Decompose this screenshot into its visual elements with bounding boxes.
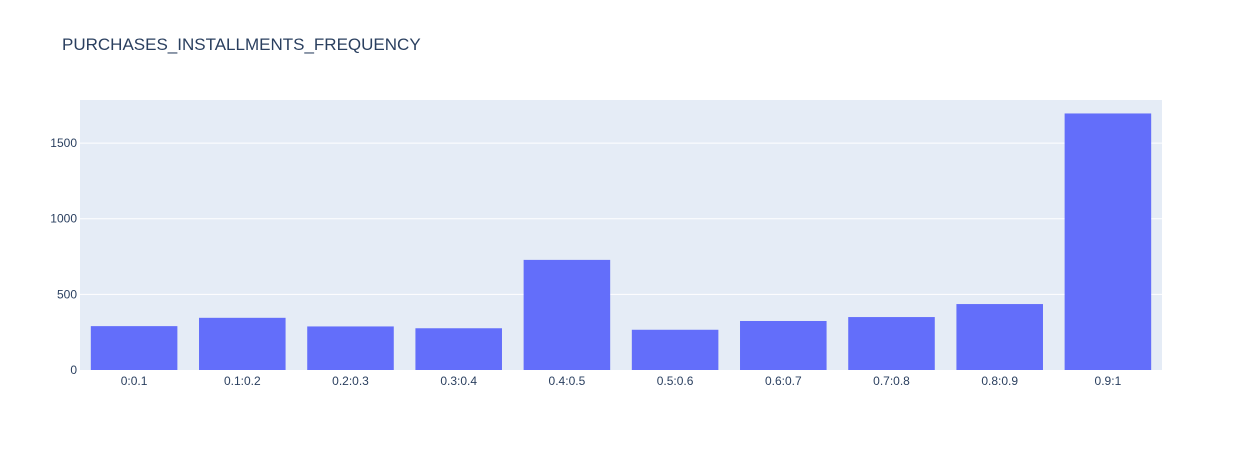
x-tick-label: 0.2:0.3: [332, 374, 369, 388]
bar: [956, 304, 1043, 370]
x-axis-ticks: 0:0.1 0.1:0.2 0.2:0.3 0.3:0.4 0.4:0.5 0.5:0.6…: [121, 374, 1122, 388]
x-tick-label: 0.1:0.2: [224, 374, 261, 388]
x-tick-label: 0.7:0.8: [873, 374, 910, 388]
bar: [523, 259, 611, 370]
y-tick-label: 500: [57, 287, 77, 301]
bar: [199, 317, 286, 370]
bar: [90, 326, 178, 370]
x-tick-label: 0.4:0.5: [549, 374, 586, 388]
y-tick-label: 1000: [50, 212, 77, 226]
y-tick-label: 0: [70, 363, 77, 377]
bar: [415, 328, 502, 370]
bar-chart: PURCHASES_INSTALLMENTS_FREQUENCY 0 500 100…: [50, 35, 1162, 388]
x-tick-label: 0:0.1: [121, 374, 148, 388]
x-tick-label: 0.5:0.6: [657, 374, 694, 388]
bar: [307, 326, 394, 370]
bar: [848, 317, 935, 370]
bar: [631, 329, 719, 370]
bar: [1064, 113, 1152, 370]
y-tick-label: 1500: [50, 136, 77, 150]
bar: [740, 320, 827, 370]
x-tick-label: 0.6:0.7: [765, 374, 802, 388]
x-tick-label: 0.8:0.9: [981, 374, 1018, 388]
chart-title: PURCHASES_INSTALLMENTS_FREQUENCY: [62, 35, 421, 54]
x-tick-label: 0.3:0.4: [440, 374, 477, 388]
y-axis-ticks: 0 500 1000 1500: [50, 136, 77, 377]
x-tick-label: 0.9:1: [1095, 374, 1122, 388]
